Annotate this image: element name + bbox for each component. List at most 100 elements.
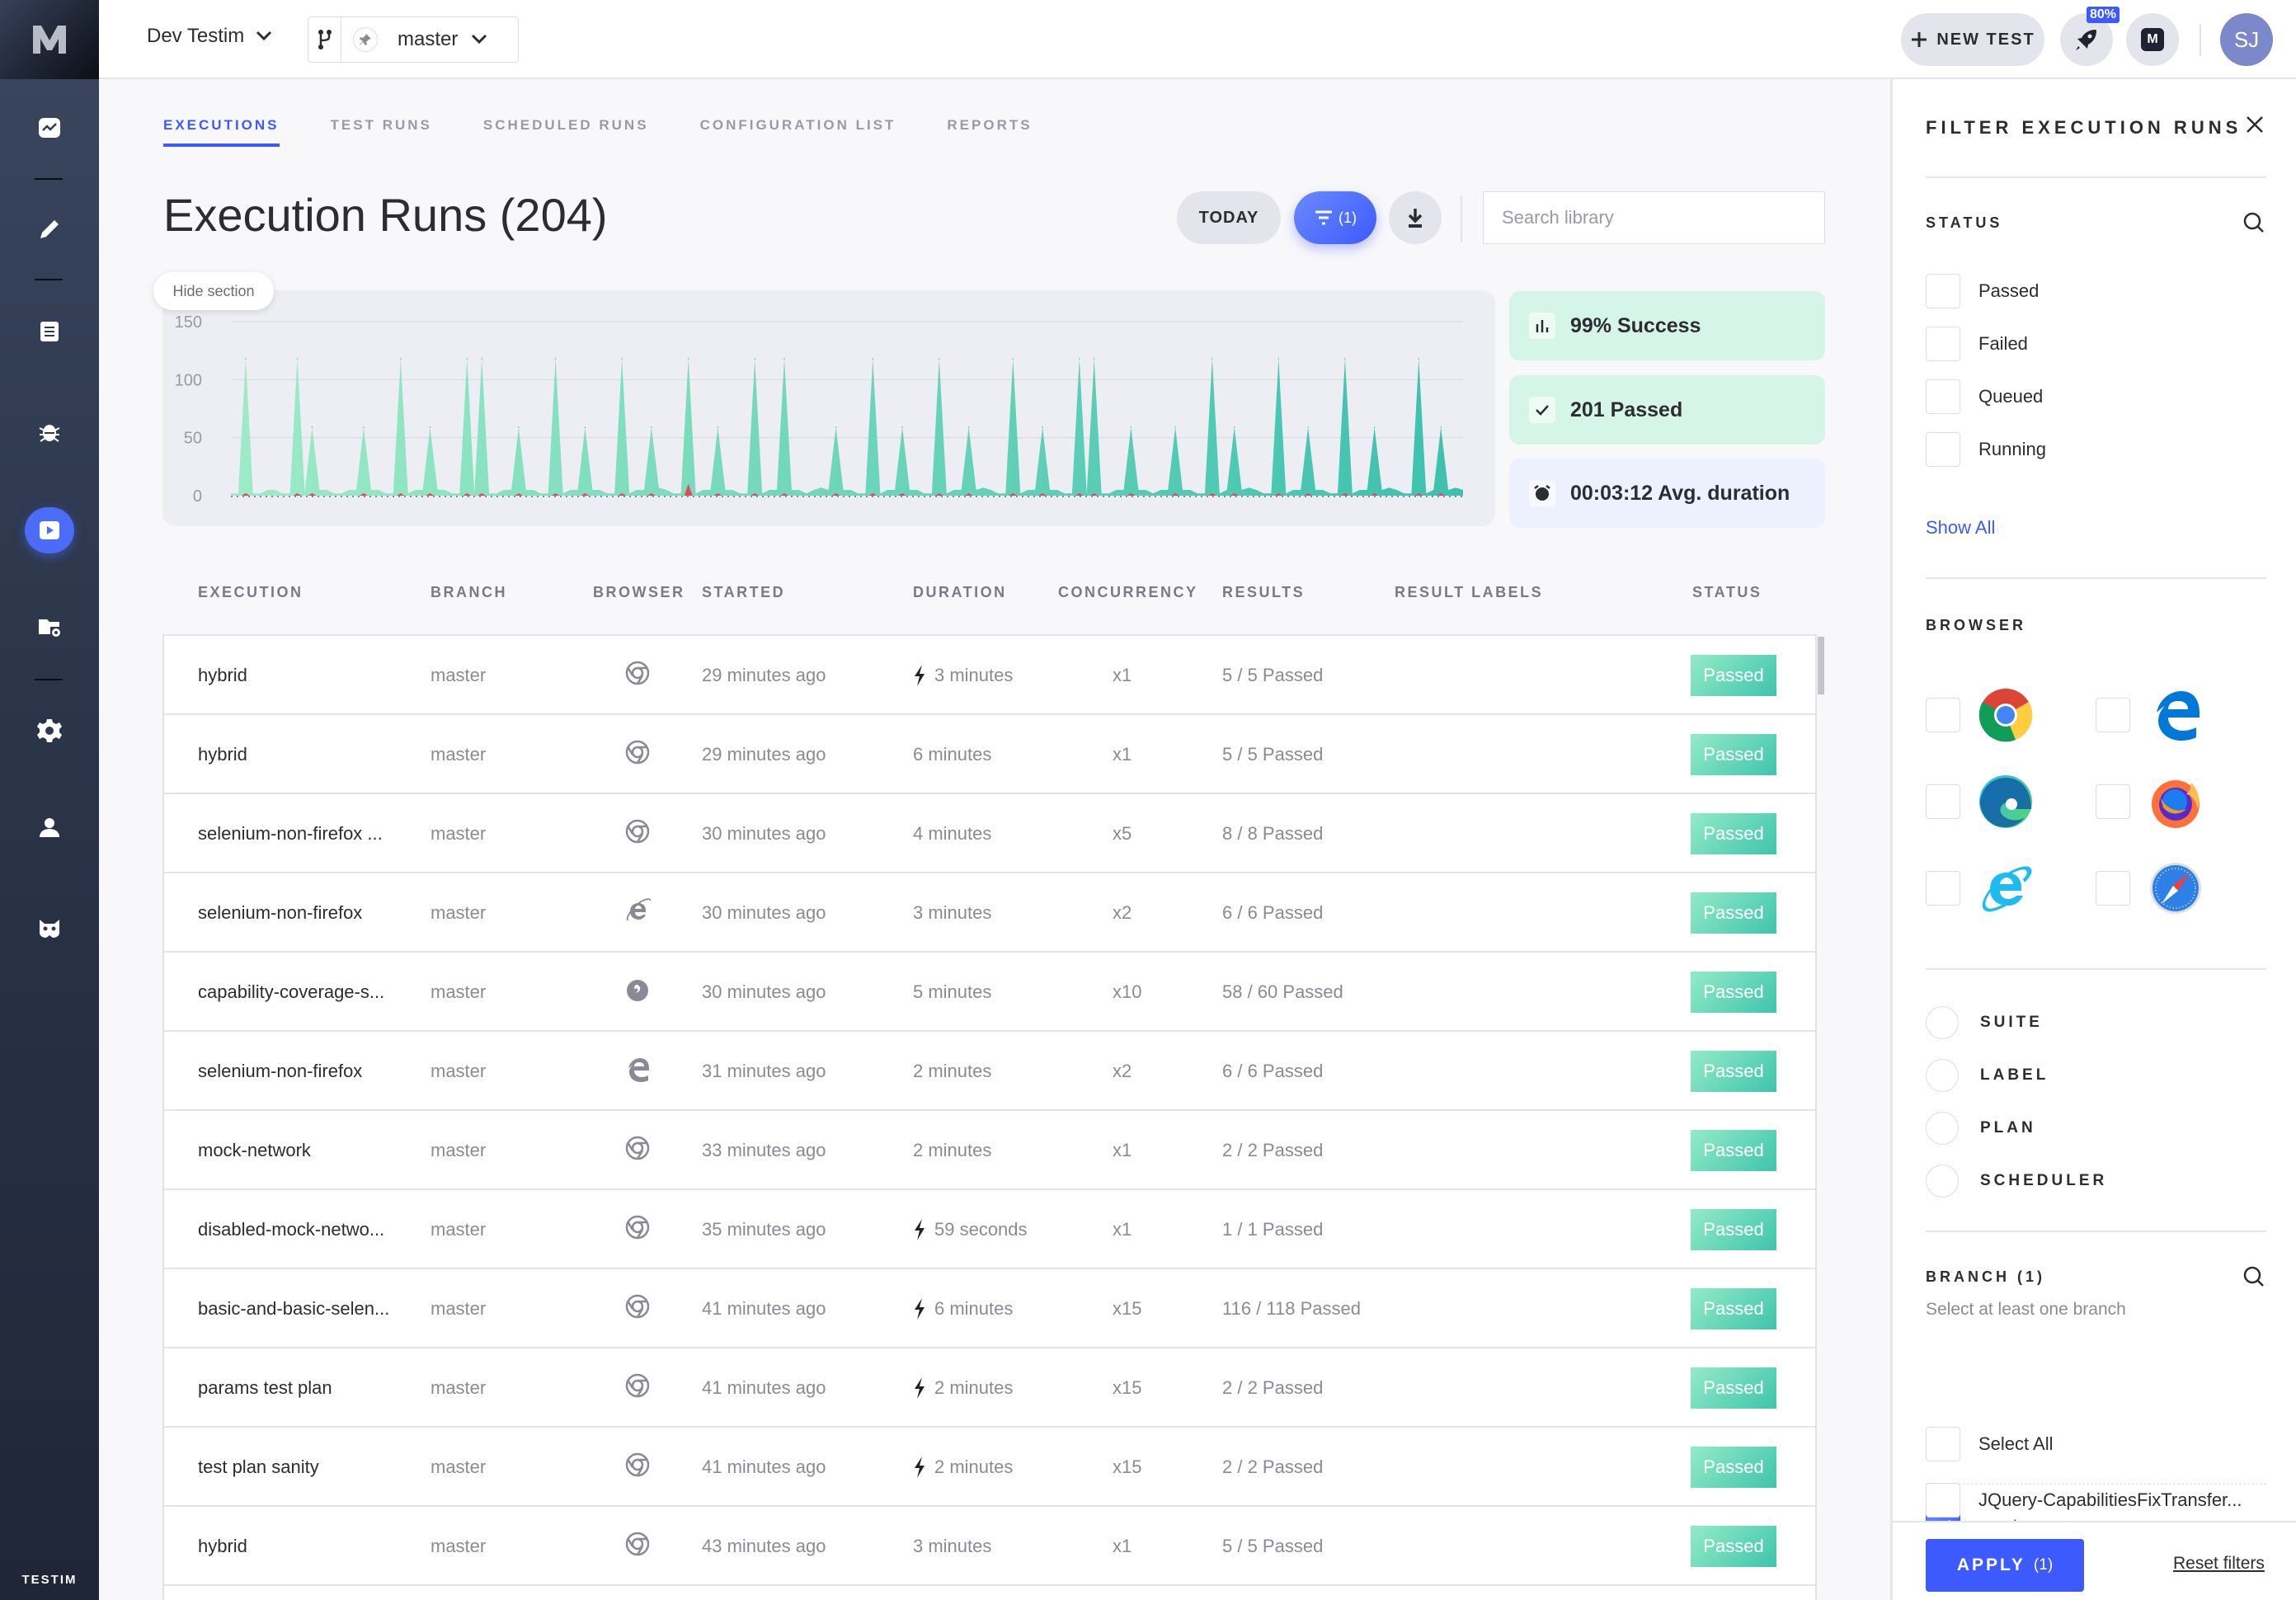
checkbox[interactable]	[2096, 784, 2130, 819]
browser-option-firefox[interactable]	[2096, 774, 2203, 829]
onboarding-button[interactable]: 80%	[2060, 7, 2120, 66]
table-row[interactable]: hybrid master 29 minutes ago 6 minutes x1 5 /…	[164, 715, 1815, 794]
sidebar-item-grids[interactable]	[0, 602, 99, 652]
table-row[interactable]: hybrid master 29 minutes ago 3 minutes x1 5 /…	[164, 636, 1815, 715]
cell-execution[interactable]: basic-and-basic-selen...	[198, 1269, 389, 1348]
checkbox[interactable]	[1926, 379, 1960, 414]
cell-execution[interactable]: params test plan	[198, 1348, 332, 1428]
apply-filters-button[interactable]: APPLY (1)	[1926, 1539, 2084, 1592]
branch-option-jquery[interactable]: JQuery-CapabilitiesFixTransfer...	[1926, 1483, 2242, 1518]
radio[interactable]	[1926, 1006, 1959, 1039]
browser-option-safari[interactable]	[2096, 861, 2203, 915]
checkbox[interactable]	[2096, 871, 2130, 906]
filter-button[interactable]: (1)	[1294, 191, 1376, 244]
column-header-browser[interactable]: BROWSER	[593, 584, 685, 601]
column-header-duration[interactable]: DURATION	[913, 584, 1007, 601]
show-all-link[interactable]: Show All	[1926, 517, 1995, 539]
tab-reports[interactable]: REPORTS	[947, 117, 1032, 147]
column-header-execution[interactable]: EXECUTION	[198, 584, 303, 601]
table-row[interactable]: selenium-non-firefox ... master 30 minutes…	[164, 794, 1815, 873]
new-test-button[interactable]: NEW TEST	[1901, 13, 2044, 66]
today-button[interactable]: TODAY	[1177, 191, 1281, 244]
checkbox[interactable]	[1926, 1427, 1960, 1461]
hide-section-button[interactable]: Hide section	[153, 272, 274, 310]
tab-scheduled-runs[interactable]: SCHEDULED RUNS	[483, 117, 649, 147]
table-row[interactable]: test plan sanity master 41 minutes ago 2 mi…	[164, 1428, 1815, 1507]
status-option-running[interactable]: Running	[1926, 432, 2046, 467]
tab-executions[interactable]: EXECUTIONS	[163, 117, 280, 147]
cell-execution[interactable]: hybrid	[198, 715, 247, 794]
sidebar-item-mask[interactable]	[0, 903, 99, 953]
column-header-results[interactable]: RESULTS	[1222, 584, 1305, 601]
checkbox[interactable]	[1926, 1483, 1960, 1518]
testim-m-button[interactable]: M	[2126, 13, 2179, 66]
cell-execution[interactable]: hybrid	[198, 636, 247, 715]
sidebar-item-runs[interactable]	[0, 506, 99, 555]
project-selector[interactable]: Dev Testim	[147, 25, 272, 48]
browser-option-chrome[interactable]	[1926, 688, 2033, 742]
sidebar-item-dashboard[interactable]	[0, 103, 99, 153]
checkbox[interactable]	[1926, 698, 1960, 732]
status-option-passed[interactable]: Passed	[1926, 274, 2039, 308]
cell-execution[interactable]: selenium-non-firefox ...	[198, 794, 383, 873]
checkbox[interactable]	[2096, 698, 2130, 732]
table-row[interactable]: basic-and-basic-selen... master 41 minutes…	[164, 1269, 1815, 1348]
cell-execution[interactable]: selenium-non-firefox	[198, 873, 362, 953]
tab-configuration-list[interactable]: CONFIGURATION LIST	[700, 117, 896, 147]
column-header-branch[interactable]: BRANCH	[430, 584, 507, 601]
radio[interactable]	[1926, 1165, 1959, 1198]
radio[interactable]	[1926, 1112, 1959, 1145]
table-row[interactable]: capability-coverage-s... master 30 minutes…	[164, 953, 1815, 1032]
sidebar-item-editor[interactable]	[0, 205, 99, 254]
column-header-concurrency[interactable]: CONCURRENCY	[1058, 584, 1198, 601]
radio[interactable]	[1926, 1059, 1959, 1092]
sidebar-item-users[interactable]	[0, 802, 99, 852]
sidebar-item-settings[interactable]	[0, 706, 99, 755]
sidebar-item-tests[interactable]	[0, 307, 99, 356]
browser-option-internet-explorer[interactable]	[1926, 861, 2033, 915]
table-row[interactable]: selenium-non-firefox master 30 minutes ago…	[164, 873, 1815, 953]
source-option-plan[interactable]: PLAN	[1926, 1112, 2036, 1145]
table-row[interactable]: params test plan master 41 minutes ago 2 mi…	[164, 1348, 1815, 1428]
source-option-suite[interactable]: SUITE	[1926, 1006, 2043, 1039]
cell-execution[interactable]: mock-network	[198, 1111, 311, 1190]
branch-selector[interactable]: master	[308, 16, 519, 63]
table-row[interactable]: disabled-mock-netwo... master 35 minutes a…	[164, 1190, 1815, 1269]
cell-execution[interactable]: disabled-mock-netwo...	[198, 1190, 384, 1269]
testim-logo[interactable]	[0, 0, 99, 79]
close-filter-button[interactable]	[2246, 115, 2264, 138]
source-option-label[interactable]: LABEL	[1926, 1059, 2049, 1092]
checkbox[interactable]	[1926, 327, 1960, 361]
passed-peak-point	[754, 358, 755, 360]
cell-execution[interactable]: test plan sanity	[198, 1428, 319, 1507]
cell-execution[interactable]: hybrid	[198, 1507, 247, 1586]
branch-search-button[interactable]	[2242, 1265, 2265, 1292]
branch-select-all[interactable]: Select All	[1926, 1427, 2054, 1461]
browser-option-edge-chromium[interactable]	[1926, 774, 2033, 829]
duration-text: 5 minutes	[913, 981, 992, 1002]
status-search-button[interactable]	[2242, 211, 2265, 238]
tab-test-runs[interactable]: TEST RUNS	[331, 117, 432, 147]
status-option-queued[interactable]: Queued	[1926, 379, 2043, 414]
checkbox[interactable]	[1926, 432, 1960, 467]
source-option-scheduler[interactable]: SCHEDULER	[1926, 1165, 2107, 1198]
sidebar-item-bugs[interactable]	[0, 407, 99, 456]
checkbox[interactable]	[1926, 274, 1960, 308]
column-header-status[interactable]: STATUS	[1692, 584, 1762, 601]
browser-option-edge-legacy[interactable]	[2096, 688, 2203, 742]
user-avatar[interactable]: SJ	[2220, 13, 2273, 66]
table-row[interactable]: hybrid master 43 minutes ago 3 minutes x1 5 /…	[164, 1507, 1815, 1586]
reset-filters-link[interactable]: Reset filters	[2173, 1554, 2265, 1574]
status-option-failed[interactable]: Failed	[1926, 327, 2028, 361]
table-row[interactable]: selenium-non-firefox master 31 minutes ago…	[164, 1032, 1815, 1111]
cell-execution[interactable]: capability-coverage-s...	[198, 953, 384, 1032]
cell-execution[interactable]: selenium-non-firefox	[198, 1032, 362, 1111]
close-icon	[2247, 116, 2263, 133]
checkbox[interactable]	[1926, 784, 1960, 819]
table-row[interactable]: mock-network master 33 minutes ago 2 minute…	[164, 1111, 1815, 1190]
checkbox[interactable]	[1926, 871, 1960, 906]
table-scrollbar[interactable]	[1818, 637, 1824, 694]
search-input[interactable]	[1483, 191, 1825, 244]
column-header-started[interactable]: STARTED	[702, 584, 785, 601]
download-button[interactable]	[1389, 191, 1442, 244]
